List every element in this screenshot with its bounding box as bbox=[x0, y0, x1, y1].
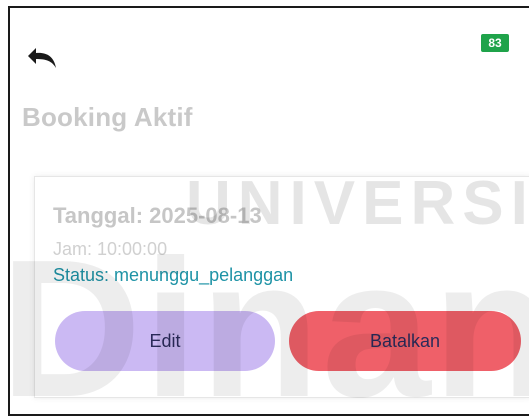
edit-button[interactable]: Edit bbox=[55, 311, 275, 371]
booking-card: Tanggal: 2025-08-13 Jam: 10:00:00 Status… bbox=[34, 176, 529, 398]
page-title: Booking Aktif bbox=[22, 102, 193, 132]
booking-date: Tanggal: 2025-08-13 bbox=[53, 203, 262, 228]
booking-time: Jam: 10:00:00 bbox=[53, 239, 168, 259]
back-button[interactable] bbox=[22, 42, 62, 72]
app-screen: 83 Booking Aktif Tanggal: 2025-08-13 Jam… bbox=[8, 6, 529, 416]
battery-badge: 83 bbox=[481, 34, 509, 52]
cancel-booking-button[interactable]: Batalkan bbox=[289, 311, 521, 371]
booking-status: Status: menunggu_pelanggan bbox=[53, 265, 294, 285]
undo-arrow-icon bbox=[28, 48, 56, 68]
